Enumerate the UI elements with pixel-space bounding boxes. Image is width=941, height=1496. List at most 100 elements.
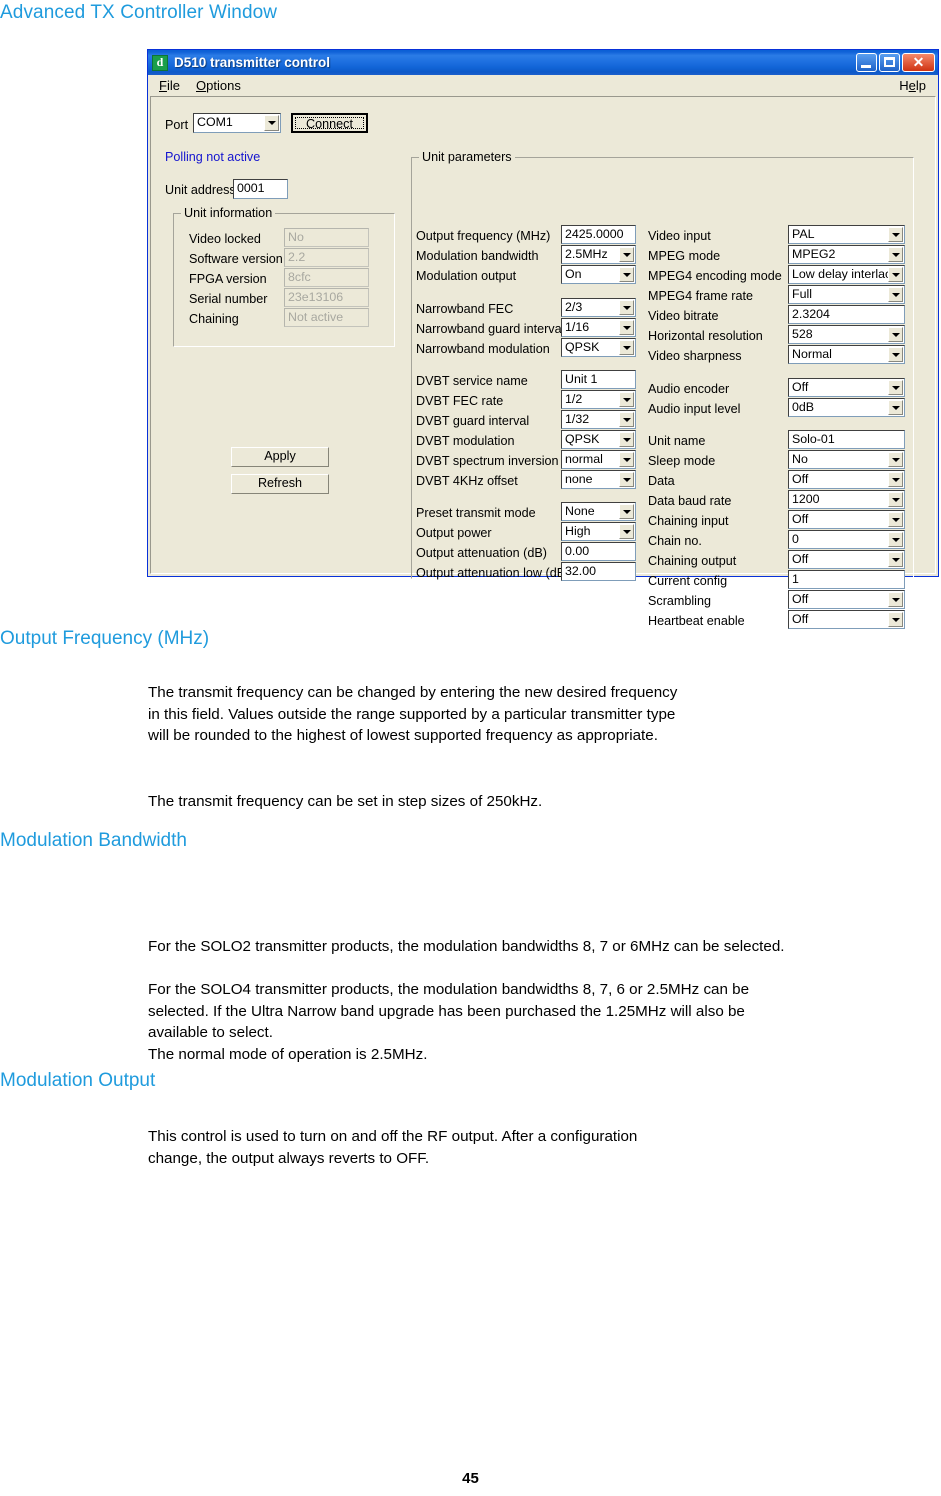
- param-input-dvbt-service-name[interactable]: Unit 1: [561, 370, 636, 389]
- param-select-video-input[interactable]: PAL: [788, 225, 905, 244]
- param-input-output-attenuation-db[interactable]: 0.00: [561, 542, 636, 561]
- param-label-data: Data: [648, 474, 675, 488]
- chevron-down-icon[interactable]: [888, 287, 903, 302]
- refresh-button[interactable]: Refresh: [231, 474, 329, 494]
- page-title: Advanced TX Controller Window: [0, 2, 278, 23]
- param-input-video-bitrate[interactable]: 2.3204: [788, 305, 905, 324]
- chevron-down-icon[interactable]: [888, 592, 903, 607]
- chevron-down-icon[interactable]: [619, 504, 634, 519]
- chevron-down-icon[interactable]: [619, 392, 634, 407]
- param-value-chaining-input: Off: [792, 512, 809, 526]
- param-label-chain-no: Chain no.: [648, 534, 702, 548]
- chevron-down-icon[interactable]: [888, 512, 903, 527]
- param-select-dvbt-guard-interval[interactable]: 1/32: [561, 410, 636, 429]
- param-select-audio-encoder[interactable]: Off: [788, 378, 905, 397]
- param-select-mpeg4-frame-rate[interactable]: Full: [788, 285, 905, 304]
- param-select-chaining-output[interactable]: Off: [788, 550, 905, 569]
- chevron-down-icon[interactable]: [619, 340, 634, 355]
- chevron-down-icon[interactable]: [888, 347, 903, 362]
- chevron-down-icon[interactable]: [619, 472, 634, 487]
- chevron-down-icon[interactable]: [888, 492, 903, 507]
- param-value-horizontal-resolution: 528: [792, 327, 813, 341]
- param-value-audio-encoder: Off: [792, 380, 809, 394]
- param-value-chain-no: 0: [792, 532, 799, 546]
- chevron-down-icon[interactable]: [619, 267, 634, 282]
- param-label-mpeg-mode: MPEG mode: [648, 249, 721, 263]
- apply-button[interactable]: Apply: [231, 447, 329, 467]
- param-input-output-attenuation-low-db[interactable]: 32.00: [561, 562, 636, 581]
- unit-address-input[interactable]: 0001: [233, 179, 288, 199]
- param-value-mpeg4-encoding-mode: Low delay interlace: [792, 267, 899, 281]
- param-label-modulation-output: Modulation output: [416, 269, 517, 283]
- param-select-modulation-output[interactable]: On: [561, 265, 636, 284]
- param-input-output-frequency-mhz[interactable]: 2425.0000: [561, 225, 636, 244]
- connect-button[interactable]: Connect: [291, 113, 368, 133]
- param-label-narrowband-modulation: Narrowband modulation: [416, 342, 550, 356]
- chevron-down-icon[interactable]: [888, 247, 903, 262]
- chevron-down-icon[interactable]: [619, 452, 634, 467]
- chevron-down-icon[interactable]: [888, 552, 903, 567]
- chevron-down-icon[interactable]: [619, 412, 634, 427]
- chevron-down-icon[interactable]: [619, 524, 634, 539]
- param-select-video-sharpness[interactable]: Normal: [788, 345, 905, 364]
- minimize-button[interactable]: [856, 53, 877, 72]
- chevron-down-icon[interactable]: [888, 472, 903, 487]
- chevron-down-icon[interactable]: [888, 227, 903, 242]
- param-select-data[interactable]: Off: [788, 470, 905, 489]
- chevron-down-icon[interactable]: [619, 320, 634, 335]
- chevron-down-icon[interactable]: [888, 267, 903, 282]
- close-button[interactable]: ✕: [902, 53, 935, 72]
- param-select-mpeg-mode[interactable]: MPEG2: [788, 245, 905, 264]
- param-value-modulation-output: On: [565, 267, 582, 281]
- chevron-down-icon[interactable]: [888, 380, 903, 395]
- chevron-down-icon[interactable]: [888, 327, 903, 342]
- window-client-area: Port COM1 Connect Polling not active Uni…: [150, 96, 936, 629]
- maximize-button[interactable]: [879, 53, 900, 72]
- chevron-down-icon[interactable]: [888, 452, 903, 467]
- menu-file[interactable]: File: [159, 78, 180, 93]
- param-label-mpeg4-encoding-mode: MPEG4 encoding mode: [648, 269, 782, 283]
- param-select-dvbt-spectrum-inversion[interactable]: normal: [561, 450, 636, 469]
- param-select-sleep-mode[interactable]: No: [788, 450, 905, 469]
- section-1-paragraph-2: The normal mode of operation is 2.5MHz.: [148, 1046, 428, 1063]
- menu-options[interactable]: Options: [196, 78, 241, 93]
- chevron-down-icon[interactable]: [619, 432, 634, 447]
- param-input-unit-name[interactable]: Solo-01: [788, 430, 905, 449]
- param-select-preset-transmit-mode[interactable]: None: [561, 502, 636, 521]
- chevron-down-icon[interactable]: [888, 612, 903, 627]
- param-select-heartbeat-enable[interactable]: Off: [788, 610, 905, 629]
- param-select-modulation-bandwidth[interactable]: 2.5MHz: [561, 245, 636, 264]
- param-input-current-config[interactable]: 1: [788, 570, 905, 589]
- chevron-down-icon[interactable]: [264, 115, 279, 131]
- unit-parameters-title: Unit parameters: [419, 150, 515, 164]
- param-select-mpeg4-encoding-mode[interactable]: Low delay interlace: [788, 265, 905, 284]
- close-icon: ✕: [912, 54, 925, 70]
- chevron-down-icon[interactable]: [888, 400, 903, 415]
- param-select-horizontal-resolution[interactable]: 528: [788, 325, 905, 344]
- param-select-data-baud-rate[interactable]: 1200: [788, 490, 905, 509]
- param-select-audio-input-level[interactable]: 0dB: [788, 398, 905, 417]
- param-select-dvbt-modulation[interactable]: QPSK: [561, 430, 636, 449]
- chevron-down-icon[interactable]: [619, 300, 634, 315]
- param-label-narrowband-fec: Narrowband FEC: [416, 302, 514, 316]
- param-select-narrowband-modulation[interactable]: QPSK: [561, 338, 636, 357]
- param-select-dvbt-4khz-offset[interactable]: none: [561, 470, 636, 489]
- param-select-narrowband-guard-interval[interactable]: 1/16: [561, 318, 636, 337]
- param-select-scrambling[interactable]: Off: [788, 590, 905, 609]
- unit-information-title: Unit information: [181, 206, 276, 220]
- section-title-output-frequency: Output Frequency (MHz): [0, 628, 210, 649]
- param-select-dvbt-fec-rate[interactable]: 1/2: [561, 390, 636, 409]
- menu-help[interactable]: Help: [899, 78, 926, 93]
- param-value-chaining-output: Off: [792, 552, 809, 566]
- param-select-output-power[interactable]: High: [561, 522, 636, 541]
- window-title: D510 transmitter control: [174, 55, 331, 70]
- row-value-video-locked: No: [284, 228, 369, 247]
- param-select-narrowband-fec[interactable]: 2/3: [561, 298, 636, 317]
- chevron-down-icon[interactable]: [619, 247, 634, 262]
- port-label: Port: [165, 118, 189, 132]
- param-select-chain-no[interactable]: 0: [788, 530, 905, 549]
- param-select-chaining-input[interactable]: Off: [788, 510, 905, 529]
- port-select[interactable]: COM1: [193, 113, 281, 133]
- chevron-down-icon[interactable]: [888, 532, 903, 547]
- param-label-dvbt-fec-rate: DVBT FEC rate: [416, 394, 504, 408]
